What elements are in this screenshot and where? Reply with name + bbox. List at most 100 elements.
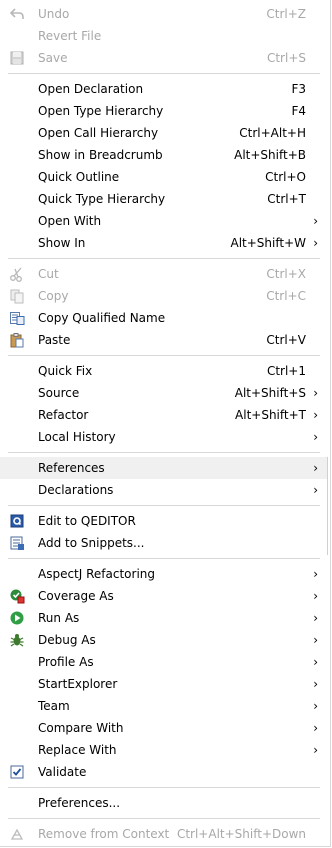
submenu-arrow-icon: › bbox=[313, 236, 318, 250]
menu-item-copy-qualified-name[interactable]: Copy Qualified Name bbox=[0, 307, 328, 329]
menu-item-remove-from-context[interactable]: Remove from Context Ctrl+Alt+Shift+Down bbox=[0, 823, 328, 845]
menu-item-profile-as[interactable]: Profile As › bbox=[0, 651, 328, 673]
shortcut-label: Alt+Shift+W bbox=[230, 236, 307, 250]
save-icon bbox=[10, 51, 24, 65]
menu-item-validate[interactable]: Validate bbox=[0, 761, 328, 783]
menu-item-coverage-as[interactable]: Coverage As › bbox=[0, 585, 328, 607]
menu-item-undo[interactable]: Undo Ctrl+Z bbox=[0, 3, 328, 25]
menu-item-label: References bbox=[38, 461, 105, 475]
menu-item-team[interactable]: Team › bbox=[0, 695, 328, 717]
menu-item-label: Profile As bbox=[38, 655, 94, 669]
menu-item-show-in[interactable]: Show In Alt+Shift+W › bbox=[0, 232, 328, 254]
menu-item-label: Copy bbox=[38, 289, 69, 303]
menu-item-quick-outline[interactable]: Quick Outline Ctrl+O bbox=[0, 166, 328, 188]
separator bbox=[8, 558, 320, 559]
submenu-arrow-icon: › bbox=[313, 677, 318, 691]
menu-item-label: Refactor bbox=[38, 408, 89, 422]
coverage-icon bbox=[10, 589, 25, 604]
shortcut-label: Ctrl+T bbox=[267, 192, 306, 206]
menu-item-aspectj-refactoring[interactable]: AspectJ Refactoring › bbox=[0, 563, 328, 585]
menu-item-label: Open With bbox=[38, 214, 102, 228]
menu-item-label: Team bbox=[38, 699, 70, 713]
menu-item-label: Add to Snippets... bbox=[38, 536, 145, 550]
menu-item-quick-type-hierarchy[interactable]: Quick Type Hierarchy Ctrl+T bbox=[0, 188, 328, 210]
menu-item-open-call-hierarchy[interactable]: Open Call Hierarchy Ctrl+Alt+H bbox=[0, 122, 328, 144]
snippets-icon bbox=[10, 536, 24, 550]
separator bbox=[8, 787, 320, 788]
paste-icon bbox=[10, 333, 24, 348]
menu-item-replace-with[interactable]: Replace With › bbox=[0, 739, 328, 761]
submenu-arrow-icon: › bbox=[313, 611, 318, 625]
copy-icon bbox=[10, 289, 24, 304]
submenu-edge bbox=[327, 457, 328, 555]
shortcut-label: F3 bbox=[291, 82, 306, 96]
shortcut-label: Ctrl+X bbox=[266, 267, 306, 281]
menu-item-references[interactable]: References › bbox=[0, 457, 328, 479]
shortcut-label: Ctrl+1 bbox=[266, 364, 306, 378]
remove-context-icon bbox=[10, 828, 24, 840]
menu-item-label: Preferences... bbox=[38, 796, 121, 810]
menu-item-label: Copy Qualified Name bbox=[38, 311, 166, 325]
menu-item-source[interactable]: Source Alt+Shift+S › bbox=[0, 382, 328, 404]
shortcut-label: Ctrl+Alt+H bbox=[239, 126, 306, 140]
menu-item-edit-to-qeditor[interactable]: Edit to QEDITOR bbox=[0, 510, 328, 532]
submenu-arrow-icon: › bbox=[313, 408, 318, 422]
menu-item-label: Paste bbox=[38, 333, 71, 347]
menu-item-label: Quick Type Hierarchy bbox=[38, 192, 166, 206]
separator bbox=[8, 452, 320, 453]
menu-item-run-as[interactable]: Run As › bbox=[0, 607, 328, 629]
submenu-arrow-icon: › bbox=[313, 633, 318, 647]
submenu-arrow-icon: › bbox=[313, 386, 318, 400]
shortcut-label: F4 bbox=[291, 104, 306, 118]
menu-item-cut[interactable]: Cut Ctrl+X bbox=[0, 263, 328, 285]
separator bbox=[8, 818, 320, 819]
submenu-arrow-icon: › bbox=[313, 567, 318, 581]
menu-item-open-type-hierarchy[interactable]: Open Type Hierarchy F4 bbox=[0, 100, 328, 122]
menu-item-label: Edit to QEDITOR bbox=[38, 514, 136, 528]
shortcut-label: Alt+Shift+T bbox=[235, 408, 306, 422]
submenu-arrow-icon: › bbox=[313, 721, 318, 735]
menu-item-show-in-breadcrumb[interactable]: Show in Breadcrumb Alt+Shift+B bbox=[0, 144, 328, 166]
menu-item-paste[interactable]: Paste Ctrl+V bbox=[0, 329, 328, 351]
menu-item-local-history[interactable]: Local History › bbox=[0, 426, 328, 448]
menu-item-declarations[interactable]: Declarations › bbox=[0, 479, 328, 501]
menu-item-copy[interactable]: Copy Ctrl+C bbox=[0, 285, 328, 307]
submenu-arrow-icon: › bbox=[313, 589, 318, 603]
menu-item-label: Cut bbox=[38, 267, 59, 281]
menu-item-label: Debug As bbox=[38, 633, 96, 647]
menu-item-label: Save bbox=[38, 51, 68, 65]
shortcut-label: Ctrl+V bbox=[266, 333, 306, 347]
menu-item-preferences[interactable]: Preferences... bbox=[0, 792, 328, 814]
shortcut-label: Alt+Shift+B bbox=[234, 148, 306, 162]
menu-item-add-to-snippets[interactable]: Add to Snippets... bbox=[0, 532, 328, 554]
menu-item-label: StartExplorer bbox=[38, 677, 118, 691]
undo-icon bbox=[9, 8, 24, 19]
submenu-arrow-icon: › bbox=[313, 699, 318, 713]
shortcut-label: Ctrl+Alt+Shift+Down bbox=[176, 827, 306, 841]
menu-item-quick-fix[interactable]: Quick Fix Ctrl+1 bbox=[0, 360, 328, 382]
menu-item-debug-as[interactable]: Debug As › bbox=[0, 629, 328, 651]
menu-item-label: Show in Breadcrumb bbox=[38, 148, 163, 162]
menu-item-label: Coverage As bbox=[38, 589, 114, 603]
menu-item-refactor[interactable]: Refactor Alt+Shift+T › bbox=[0, 404, 328, 426]
separator bbox=[8, 355, 320, 356]
menu-item-open-with[interactable]: Open With › bbox=[0, 210, 328, 232]
menu-item-label: Local History bbox=[38, 430, 116, 444]
menu-item-label: Remove from Context bbox=[38, 827, 170, 841]
submenu-arrow-icon: › bbox=[313, 483, 318, 497]
menu-item-label: Quick Outline bbox=[38, 170, 120, 184]
submenu-arrow-icon: › bbox=[313, 461, 318, 475]
copy-qualified-name-icon bbox=[10, 312, 25, 325]
scissors-icon bbox=[10, 267, 22, 282]
debug-bug-icon bbox=[10, 634, 24, 647]
menu-item-label: Open Declaration bbox=[38, 82, 144, 96]
menu-item-revert-file[interactable]: Revert File bbox=[0, 25, 328, 47]
menu-item-compare-with[interactable]: Compare With › bbox=[0, 717, 328, 739]
menu-item-label: Declarations bbox=[38, 483, 114, 497]
separator bbox=[8, 258, 320, 259]
menu-item-startexplorer[interactable]: StartExplorer › bbox=[0, 673, 328, 695]
shortcut-label: Alt+Shift+S bbox=[234, 386, 306, 400]
menu-item-save[interactable]: Save Ctrl+S bbox=[0, 47, 328, 69]
menu-item-open-declaration[interactable]: Open Declaration F3 bbox=[0, 78, 328, 100]
menu-item-label: Compare With bbox=[38, 721, 124, 735]
